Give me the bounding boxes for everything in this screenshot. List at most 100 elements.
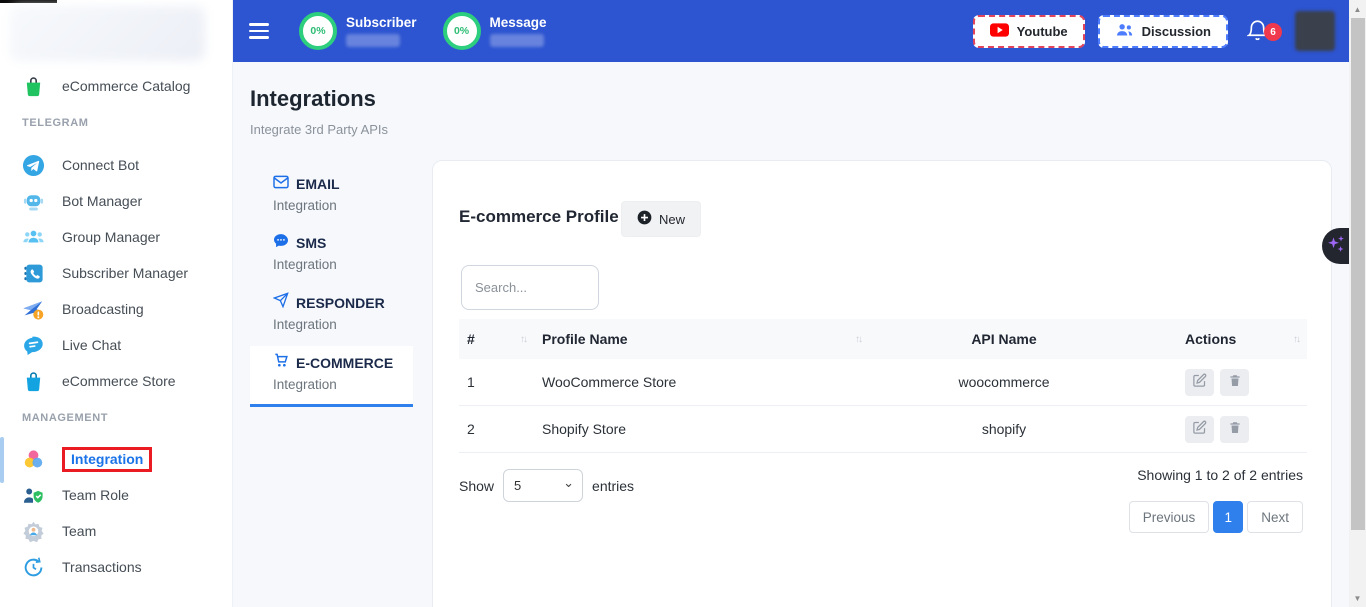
hamburger-menu-icon[interactable] <box>249 23 269 38</box>
sidebar-item-label: Live Chat <box>62 337 121 353</box>
edit-pencil-icon <box>1192 420 1207 438</box>
scrollbar-down-arrow[interactable]: ▼ <box>1349 591 1366 605</box>
delete-button[interactable] <box>1220 369 1249 396</box>
window-edge-artifact <box>0 0 57 3</box>
subnav-sms-subtitle: Integration <box>273 255 413 275</box>
sidebar-item-label: eCommerce Catalog <box>62 78 190 94</box>
user-avatar[interactable] <box>1295 11 1335 51</box>
shopping-bag-icon <box>22 370 45 393</box>
sidebar-item-bot-manager[interactable]: Bot Manager <box>0 183 232 219</box>
ai-assistant-button[interactable] <box>1322 228 1349 264</box>
person-shield-icon <box>22 484 45 507</box>
subnav-item-email[interactable]: EMAIL Integration <box>250 168 413 222</box>
show-entries-control: Show 5 ⌄ entries <box>459 469 634 502</box>
main-content: Integrations Integrate 3rd Party APIs EM… <box>233 62 1349 607</box>
previous-page-button[interactable]: Previous <box>1129 501 1210 533</box>
trash-icon <box>1228 420 1242 438</box>
sidebar-item-label: eCommerce Store <box>62 373 176 389</box>
next-page-button[interactable]: Next <box>1247 501 1303 533</box>
group-icon <box>22 226 45 249</box>
sidebar-item-label: Transactions <box>62 559 142 575</box>
sidebar-item-group-manager[interactable]: Group Manager <box>0 219 232 255</box>
sidebar-item-transactions[interactable]: Transactions <box>0 549 232 585</box>
sort-icon[interactable]: ↑↓ <box>855 334 861 345</box>
sort-icon[interactable]: ↑↓ <box>1293 334 1299 345</box>
sidebar-item-team[interactable]: Team <box>0 513 232 549</box>
row-api-name: woocommerce <box>869 359 1139 406</box>
subnav-item-responder[interactable]: RESPONDER Integration <box>250 286 413 341</box>
new-profile-button[interactable]: New <box>621 201 701 237</box>
broadcast-plane-icon <box>22 298 45 321</box>
scrollbar-up-arrow[interactable]: ▲ <box>1349 2 1366 16</box>
topbar: 0% Subscriber 0% Message Youtube Discuss… <box>233 0 1349 62</box>
table-row: 1 WooCommerce Store woocommerce <box>459 359 1307 406</box>
edit-button[interactable] <box>1185 416 1214 443</box>
youtube-button-label: Youtube <box>1017 24 1068 39</box>
subnav-item-ecommerce[interactable]: E-COMMERCE Integration <box>250 346 413 407</box>
sms-bubble-icon <box>273 233 289 253</box>
show-label: Show <box>459 478 494 494</box>
youtube-button[interactable]: Youtube <box>973 15 1085 48</box>
page-scrollbar[interactable]: ▲ ▼ <box>1349 0 1366 607</box>
sidebar-menu: eCommerce Catalog TELEGRAM Connect Bot B… <box>0 68 232 585</box>
sidebar-item-broadcasting[interactable]: Broadcasting <box>0 291 232 327</box>
message-stat-value-blurred <box>490 34 544 47</box>
clock-history-icon <box>22 556 45 579</box>
subnav-item-sms[interactable]: SMS Integration <box>250 227 413 281</box>
message-progress-circle: 0% <box>443 12 481 50</box>
column-header-actions[interactable]: Actions↑↓ <box>1139 319 1307 359</box>
sidebar-item-label: Group Manager <box>62 229 160 245</box>
delete-button[interactable] <box>1220 416 1249 443</box>
entries-select[interactable]: 5 <box>503 469 583 502</box>
search-input[interactable] <box>461 265 599 310</box>
integration-subnav: EMAIL Integration SMS Integration RESPON… <box>250 168 413 412</box>
sidebar-item-subscriber-manager[interactable]: Subscriber Manager <box>0 255 232 291</box>
page-subtitle: Integrate 3rd Party APIs <box>250 122 388 137</box>
sidebar-item-team-role[interactable]: Team Role <box>0 477 232 513</box>
edit-button[interactable] <box>1185 369 1214 396</box>
subnav-responder-title: RESPONDER <box>296 293 385 313</box>
new-button-label: New <box>659 212 685 227</box>
card-title: E-commerce Profile <box>459 207 619 227</box>
page-title: Integrations <box>250 86 376 112</box>
discussion-button[interactable]: Discussion <box>1098 15 1228 48</box>
table-header-row: #↑↓ Profile Name↑↓ API Name Actions↑↓ <box>459 319 1307 359</box>
sidebar-item-label-integration-annotated: Integration <box>62 447 152 472</box>
subnav-ecommerce-title: E-COMMERCE <box>296 353 393 373</box>
sidebar-item-connect-bot[interactable]: Connect Bot <box>0 147 232 183</box>
subscriber-stat-value-blurred <box>346 34 400 47</box>
subnav-responder-subtitle: Integration <box>273 315 413 335</box>
column-header-profile-name[interactable]: Profile Name↑↓ <box>534 319 869 359</box>
row-profile-name: WooCommerce Store <box>534 359 869 406</box>
message-stat-label: Message <box>490 15 547 30</box>
subnav-ecommerce-subtitle: Integration <box>273 375 413 395</box>
telegram-icon <box>22 154 45 177</box>
page-number-button[interactable]: 1 <box>1213 501 1243 533</box>
showing-entries-text: Showing 1 to 2 of 2 entries <box>1137 467 1303 483</box>
profiles-table: #↑↓ Profile Name↑↓ API Name Actions↑↓ 1 <box>459 319 1307 453</box>
plus-circle-icon <box>637 210 652 228</box>
subnav-email-subtitle: Integration <box>273 196 413 216</box>
sidebar: eCommerce Catalog TELEGRAM Connect Bot B… <box>0 0 233 607</box>
app-logo-blurred <box>10 6 205 61</box>
sidebar-item-ecommerce-store[interactable]: eCommerce Store <box>0 363 232 399</box>
subscriber-progress-circle: 0% <box>299 12 337 50</box>
paper-plane-icon <box>273 292 289 313</box>
row-num: 2 <box>459 406 534 453</box>
pagination: Previous 1 Next <box>1129 501 1303 533</box>
sidebar-section-management: MANAGEMENT <box>0 409 232 427</box>
scrollbar-thumb[interactable] <box>1351 18 1365 530</box>
sidebar-item-live-chat[interactable]: Live Chat <box>0 327 232 363</box>
ecommerce-profile-card: E-commerce Profile New #↑↓ Profile Name↑… <box>432 160 1332 607</box>
sidebar-item-label: Subscriber Manager <box>62 265 188 281</box>
sidebar-item-ecommerce-catalog[interactable]: eCommerce Catalog <box>0 68 232 104</box>
sidebar-item-integration[interactable]: Integration <box>0 441 232 477</box>
notifications-bell[interactable]: 6 <box>1247 18 1273 44</box>
discussion-button-label: Discussion <box>1142 24 1211 39</box>
column-header-num[interactable]: #↑↓ <box>459 319 534 359</box>
subscriber-stat-label: Subscriber <box>346 15 417 30</box>
column-header-api-name[interactable]: API Name <box>869 319 1139 359</box>
chat-bubble-icon <box>22 334 45 357</box>
gear-person-icon <box>22 520 45 543</box>
sort-icon[interactable]: ↑↓ <box>520 334 526 345</box>
